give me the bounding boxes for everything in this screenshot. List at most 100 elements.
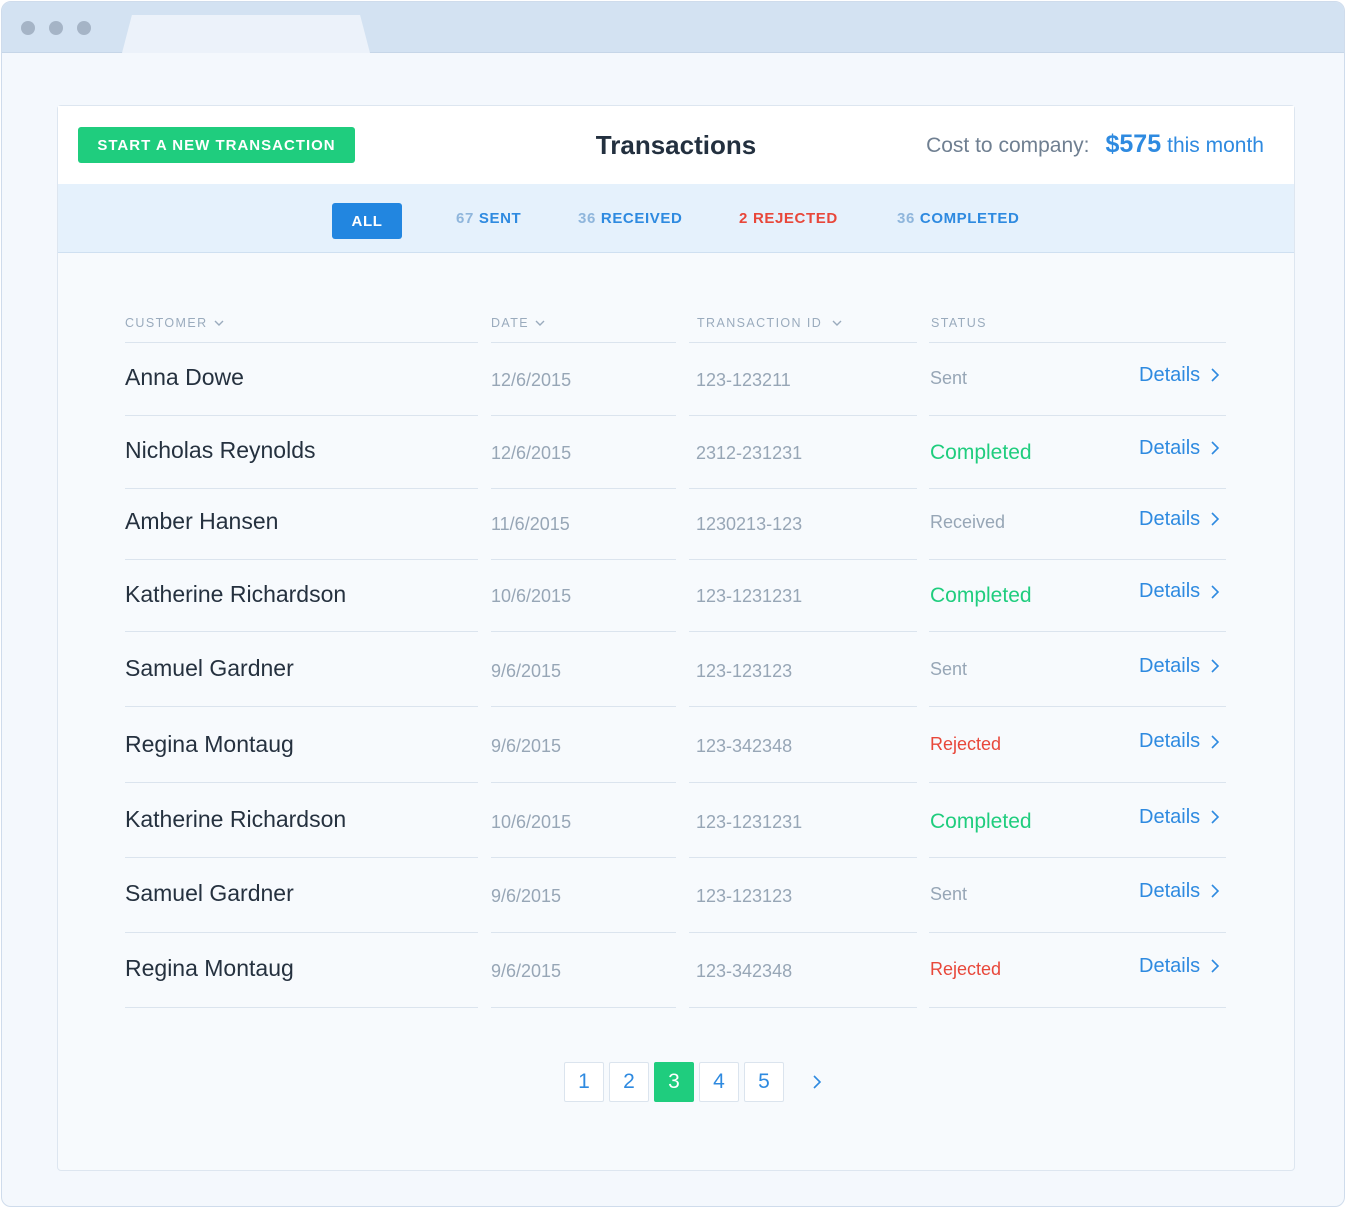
chevron-down-icon (535, 320, 545, 326)
filter-bar: ALL 67 SENT 36 RECEIVED 2 REJECTED 36 CO… (58, 184, 1294, 253)
browser-window: START A NEW TRANSACTION Transactions Cos… (1, 1, 1345, 1207)
transaction-id: 2312-231231 (696, 442, 803, 463)
column-label: CUSTOMER (125, 316, 208, 330)
status-text: Sent (930, 367, 968, 388)
status-text: Rejected (930, 734, 1002, 754)
transaction-id: 123-1231231 (696, 586, 803, 606)
status-text: Completed (930, 584, 1032, 607)
details-label: Details (1139, 954, 1201, 977)
details-label: Details (1139, 507, 1201, 530)
details-label: Details (1139, 805, 1201, 828)
page-button-4[interactable]: 4 (699, 1062, 739, 1102)
transaction-date: 10/6/2015 (491, 586, 572, 606)
transaction-id: 123-123211 (696, 369, 791, 390)
chevron-right-icon (813, 1075, 822, 1089)
filter-count: 36 (578, 209, 596, 227)
details-label: Details (1139, 654, 1201, 677)
row-divider (929, 1007, 1226, 1008)
column-header-customer[interactable]: CUSTOMER (125, 316, 224, 330)
table-row: Anna Dowe 12/6/2015 123-123211 Sent Details (58, 342, 1294, 415)
customer-name: Katherine Richardson (125, 580, 347, 607)
panel-header: START A NEW TRANSACTION Transactions Cos… (58, 106, 1294, 185)
details-link[interactable]: Details (1139, 880, 1220, 903)
filter-tab-all[interactable]: ALL (332, 203, 402, 239)
filter-tab-completed[interactable]: 36 COMPLETED (897, 184, 1019, 252)
transaction-id: 123-342348 (696, 736, 793, 756)
page-button-2[interactable]: 2 (609, 1062, 649, 1102)
window-minimize-dot[interactable] (49, 21, 63, 35)
details-label: Details (1139, 879, 1201, 902)
details-label: Details (1139, 436, 1201, 459)
status-text: Completed (930, 440, 1032, 464)
filter-label: RECEIVED (600, 209, 683, 227)
transaction-date: 9/6/2015 (491, 736, 562, 756)
details-link[interactable]: Details (1139, 955, 1220, 978)
column-header-status: STATUS (931, 316, 987, 330)
transaction-date: 12/6/2015 (491, 442, 572, 463)
status-text: Completed (930, 809, 1032, 833)
details-label: Details (1139, 363, 1201, 386)
chevron-right-icon (1210, 658, 1220, 674)
customer-name: Samuel Gardner (125, 655, 294, 682)
column-header-transaction-id[interactable]: TRANSACTION ID (697, 316, 842, 330)
page-button-5[interactable]: 5 (744, 1062, 784, 1102)
filter-count: 2 (739, 209, 748, 227)
details-link[interactable]: Details (1139, 655, 1220, 678)
filter-label: COMPLETED (919, 209, 1020, 227)
page-button-1[interactable]: 1 (564, 1062, 604, 1102)
chevron-down-icon (214, 320, 224, 326)
table-row: Samuel Gardner 9/6/2015 123-123123 Sent Deta… (58, 632, 1294, 707)
window-maximize-dot[interactable] (77, 21, 91, 35)
customer-name: Anna Dowe (125, 364, 244, 391)
chevron-right-icon (1210, 440, 1220, 456)
filter-tab-rejected[interactable]: 2 REJECTED (739, 184, 838, 252)
chevron-right-icon (1210, 511, 1220, 527)
column-label: DATE (491, 316, 530, 330)
column-header-date[interactable]: DATE (491, 316, 545, 330)
chevron-down-icon (832, 320, 842, 326)
chevron-right-icon (1210, 958, 1220, 974)
table-row: Regina Montaug 9/6/2015 123-342348 Rejected… (58, 707, 1294, 783)
details-link[interactable]: Details (1139, 730, 1220, 753)
customer-name: Regina Montaug (125, 730, 294, 757)
filter-label: SENT (478, 209, 522, 227)
details-link[interactable]: Details (1139, 437, 1220, 460)
transaction-date: 9/6/2015 (491, 660, 562, 681)
transaction-id: 123-342348 (696, 960, 793, 981)
customer-name: Samuel Gardner (125, 880, 294, 907)
window-close-dot[interactable] (21, 21, 35, 35)
details-link[interactable]: Details (1139, 580, 1220, 603)
table-row: Regina Montaug 9/6/2015 123-342348 Rejected… (58, 932, 1294, 1007)
filter-label: REJECTED (752, 209, 838, 227)
details-link[interactable]: Details (1139, 508, 1220, 531)
filter-count: 36 (897, 209, 915, 227)
column-label: STATUS (931, 316, 987, 330)
browser-tab[interactable] (122, 15, 370, 53)
table-row: Katherine Richardson 10/6/2015 123-1231231… (58, 783, 1294, 858)
transaction-date: 12/6/2015 (491, 369, 572, 390)
details-link[interactable]: Details (1139, 364, 1220, 387)
chevron-right-icon (1210, 809, 1220, 825)
details-label: Details (1139, 730, 1201, 752)
transaction-id: 123-1231231 (696, 811, 803, 832)
next-page-button[interactable] (797, 1062, 837, 1102)
chevron-right-icon (1210, 883, 1220, 899)
filter-tab-sent[interactable]: 67 SENT (456, 184, 521, 252)
cost-summary: Cost to company: $575 this month (926, 130, 1264, 159)
details-link[interactable]: Details (1139, 806, 1220, 829)
transaction-date: 9/6/2015 (491, 960, 562, 981)
page-button-3[interactable]: 3 (654, 1062, 694, 1102)
cost-suffix: this month (1167, 134, 1264, 157)
status-text: Sent (930, 883, 968, 904)
chevron-right-icon (1210, 584, 1220, 600)
row-divider (491, 1007, 676, 1008)
row-divider (125, 1007, 478, 1008)
details-label: Details (1139, 580, 1201, 602)
transaction-date: 10/6/2015 (491, 811, 572, 832)
column-label: TRANSACTION ID (697, 316, 823, 330)
transaction-id: 123-123123 (696, 660, 793, 681)
transaction-date: 11/6/2015 (491, 513, 570, 534)
transaction-id: 1230213-123 (696, 513, 803, 534)
filter-tab-received[interactable]: 36 RECEIVED (578, 184, 682, 252)
cost-label: Cost to company: (926, 134, 1090, 157)
